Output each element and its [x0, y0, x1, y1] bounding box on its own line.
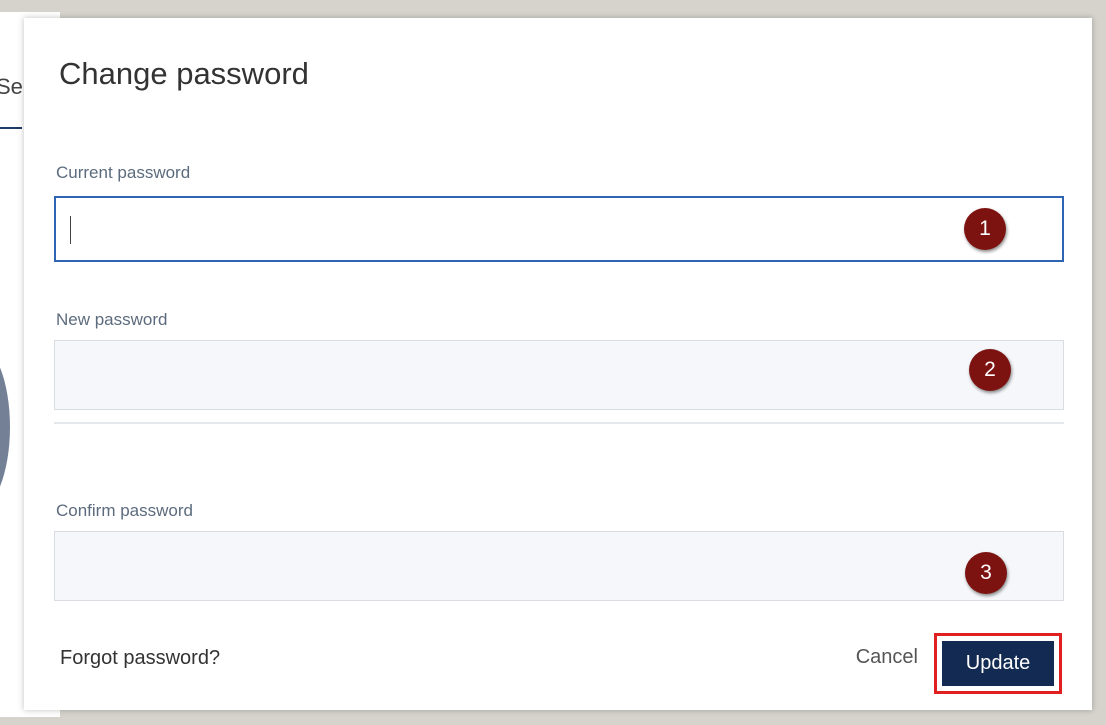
- step-badge-3: 3: [965, 552, 1007, 594]
- step-badge-1: 1: [964, 208, 1006, 250]
- text-caret: [70, 216, 71, 244]
- new-password-input[interactable]: [55, 341, 1063, 409]
- current-password-label: Current password: [56, 163, 191, 182]
- step-badge-2: 2: [969, 349, 1011, 391]
- new-password-field[interactable]: [54, 340, 1064, 410]
- screenshot-frame: Se Change password Current password 1 Ne…: [0, 0, 1106, 725]
- update-button-highlight: Update: [934, 633, 1062, 694]
- field-divider: [54, 422, 1064, 424]
- dialog-title: Change password: [59, 56, 309, 91]
- background-page-text: Se: [0, 74, 23, 99]
- confirm-password-label: Confirm password: [56, 501, 193, 520]
- background-tab-underline: [0, 127, 22, 129]
- forgot-password-link[interactable]: Forgot password?: [60, 647, 220, 670]
- background-graphic: [0, 342, 10, 512]
- update-button[interactable]: Update: [942, 641, 1054, 686]
- confirm-password-input[interactable]: [55, 532, 1063, 600]
- current-password-field[interactable]: [54, 196, 1064, 262]
- cancel-button[interactable]: Cancel: [829, 626, 924, 688]
- confirm-password-field[interactable]: [54, 531, 1064, 601]
- change-password-dialog: Change password Current password 1 New p…: [24, 18, 1092, 710]
- new-password-label: New password: [56, 310, 168, 329]
- current-password-input[interactable]: [56, 198, 1062, 260]
